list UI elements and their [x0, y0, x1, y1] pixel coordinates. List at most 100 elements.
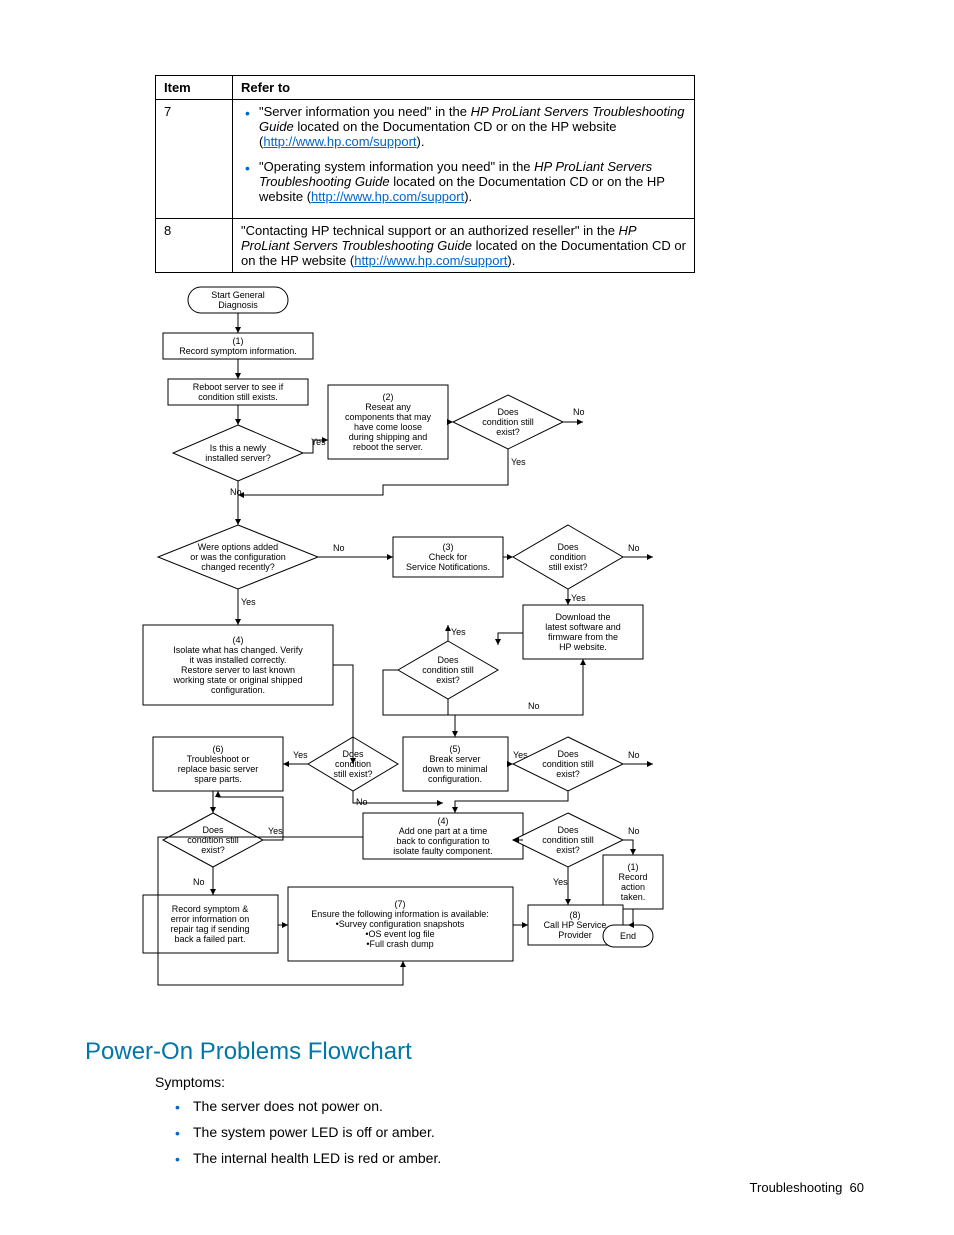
svg-text:or was the configuration: or was the configuration	[190, 552, 286, 562]
svg-text:No: No	[356, 797, 368, 807]
svg-text:condition still: condition still	[482, 417, 534, 427]
svg-text:Yes: Yes	[511, 457, 526, 467]
symptoms-list: The server does not power on. The system…	[175, 1098, 864, 1166]
svg-text:(6): (6)	[213, 744, 224, 754]
svg-text:Provider: Provider	[558, 930, 592, 940]
svg-text:End: End	[620, 931, 636, 941]
svg-text:Does: Does	[557, 542, 579, 552]
svg-text:exist?: exist?	[556, 845, 580, 855]
svg-text:Yes: Yes	[553, 877, 568, 887]
svg-text:condition still: condition still	[422, 665, 474, 675]
svg-text:(8): (8)	[570, 910, 581, 920]
flowchart-diagram: Start GeneralDiagnosis (1) Record symptom …	[133, 285, 663, 1008]
svg-text:Does: Does	[342, 749, 364, 759]
svg-text:still exist?: still exist?	[548, 562, 587, 572]
svg-text:Start General: Start General	[211, 290, 265, 300]
svg-text:(4): (4)	[438, 816, 449, 826]
page-container: Item Refer to 7 "Server information you …	[0, 0, 954, 1235]
svg-text:Record: Record	[618, 872, 647, 882]
svg-text:down to minimal: down to minimal	[422, 764, 487, 774]
svg-text:configuration.: configuration.	[211, 685, 265, 695]
svg-text:during shipping and: during shipping and	[349, 432, 428, 442]
refer-cell: "Server information you need" in the HP …	[233, 100, 695, 219]
svg-text:Does: Does	[557, 749, 579, 759]
svg-text:Were options added: Were options added	[198, 542, 278, 552]
col-refer: Refer to	[233, 76, 695, 100]
svg-text:Restore server to last known: Restore server to last known	[181, 665, 295, 675]
svg-text:condition still: condition still	[542, 759, 594, 769]
svg-text:Download the: Download the	[555, 612, 610, 622]
svg-text:No: No	[193, 877, 205, 887]
svg-text:exist?: exist?	[556, 769, 580, 779]
svg-text:Service Notifications.: Service Notifications.	[406, 562, 490, 572]
svg-text:working state or original ship: working state or original shipped	[172, 675, 302, 685]
reference-table: Item Refer to 7 "Server information you …	[155, 75, 695, 273]
svg-text:action: action	[621, 882, 645, 892]
support-link[interactable]: http://www.hp.com/support	[311, 189, 464, 204]
svg-text:No: No	[573, 407, 585, 417]
svg-text:•Survey configuration snapshot: •Survey configuration snapshots	[336, 919, 465, 929]
svg-text:Yes: Yes	[241, 597, 256, 607]
svg-text:exist?: exist?	[496, 427, 520, 437]
list-item: The internal health LED is red or amber.	[175, 1150, 864, 1166]
list-item: The system power LED is off or amber.	[175, 1124, 864, 1140]
support-link[interactable]: http://www.hp.com/support	[354, 253, 507, 268]
svg-text:condition still: condition still	[187, 835, 239, 845]
svg-text:exist?: exist?	[436, 675, 460, 685]
svg-text:(2): (2)	[383, 392, 394, 402]
svg-text:error information on: error information on	[171, 914, 250, 924]
svg-text:condition still exists.: condition still exists.	[198, 392, 278, 402]
svg-text:•Full crash dump: •Full crash dump	[366, 939, 433, 949]
svg-text:Does: Does	[497, 407, 519, 417]
svg-text:changed recently?: changed recently?	[201, 562, 275, 572]
svg-text:No: No	[333, 543, 345, 553]
svg-text:Is this a newly: Is this a newly	[210, 443, 267, 453]
svg-text:Yes: Yes	[513, 750, 528, 760]
list-item: "Operating system information you need" …	[259, 159, 686, 204]
svg-text:installed server?: installed server?	[205, 453, 271, 463]
svg-text:back to configuration to: back to configuration to	[396, 836, 489, 846]
list-item: "Server information you need" in the HP …	[259, 104, 686, 149]
svg-text:components that may: components that may	[345, 412, 432, 422]
svg-text:condition still: condition still	[542, 835, 594, 845]
svg-text:Does: Does	[202, 825, 224, 835]
table-row: 8 "Contacting HP technical support or an…	[156, 219, 695, 273]
svg-text:back a failed part.: back a failed part.	[174, 934, 245, 944]
svg-text:Yes: Yes	[293, 750, 308, 760]
svg-text:condition: condition	[550, 552, 586, 562]
svg-text:repair tag if sending: repair tag if sending	[170, 924, 249, 934]
page-footer: Troubleshooting 60	[750, 1180, 864, 1195]
svg-text:Does: Does	[557, 825, 579, 835]
svg-text:Break server: Break server	[429, 754, 480, 764]
svg-text:Call HP Service: Call HP Service	[544, 920, 607, 930]
svg-text:Yes: Yes	[451, 627, 466, 637]
svg-text:(7): (7)	[395, 899, 406, 909]
support-link[interactable]: http://www.hp.com/support	[263, 134, 416, 149]
svg-text:HP website.: HP website.	[559, 642, 607, 652]
svg-text:Diagnosis: Diagnosis	[218, 300, 258, 310]
svg-text:No: No	[628, 750, 640, 760]
svg-text:Yes: Yes	[571, 593, 586, 603]
svg-text:still exist?: still exist?	[333, 769, 372, 779]
svg-text:exist?: exist?	[201, 845, 225, 855]
svg-text:latest software and: latest software and	[545, 622, 621, 632]
section-heading: Power-On Problems Flowchart	[85, 1038, 864, 1066]
svg-text:Record symptom &: Record symptom &	[172, 904, 249, 914]
col-item: Item	[156, 76, 233, 100]
svg-text:Ensure the following informati: Ensure the following information is avai…	[311, 909, 489, 919]
svg-text:Record symptom information.: Record symptom information.	[179, 346, 297, 356]
list-item: The server does not power on.	[175, 1098, 864, 1114]
table-row: 7 "Server information you need" in the H…	[156, 100, 695, 219]
item-cell: 7	[156, 100, 233, 219]
svg-text:have come loose: have come loose	[354, 422, 422, 432]
svg-text:(5): (5)	[450, 744, 461, 754]
svg-text:spare parts.: spare parts.	[194, 774, 242, 784]
svg-text:reboot the server.: reboot the server.	[353, 442, 423, 452]
svg-text:Yes: Yes	[311, 437, 326, 447]
svg-text:condition: condition	[335, 759, 371, 769]
svg-text:it was installed correctly.: it was installed correctly.	[190, 655, 287, 665]
item-cell: 8	[156, 219, 233, 273]
svg-text:(1): (1)	[628, 862, 639, 872]
svg-text:No: No	[628, 826, 640, 836]
svg-text:replace basic server: replace basic server	[178, 764, 259, 774]
